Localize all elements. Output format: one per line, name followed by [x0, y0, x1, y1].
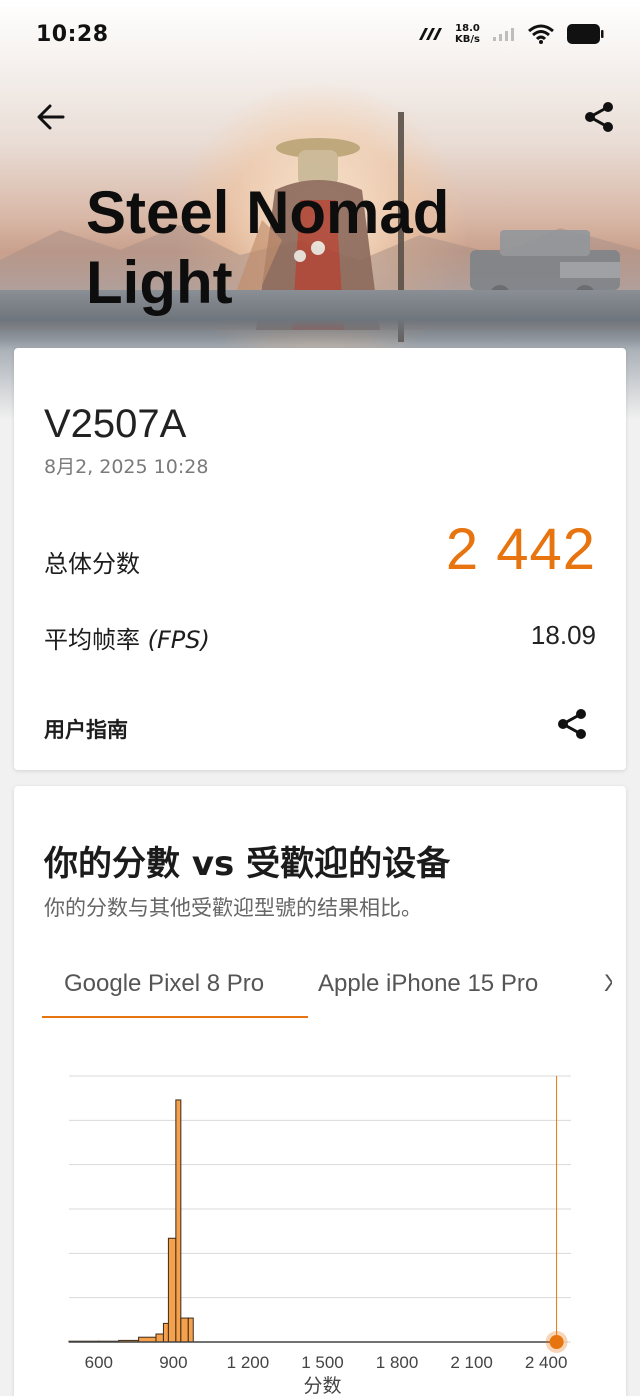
net-speed-unit: KB/s: [455, 34, 480, 45]
page-title: Steel Nomad Light: [86, 178, 506, 318]
share-icon: [585, 102, 613, 132]
back-button[interactable]: [30, 96, 72, 138]
signal-icon: [493, 28, 514, 41]
chart-bar: [167, 1237, 177, 1343]
chart-x-tick-label: 1 800: [376, 1353, 419, 1372]
arrow-left-icon: [37, 104, 65, 130]
guide-share-button[interactable]: [552, 704, 592, 744]
chart-bar: [155, 1333, 164, 1343]
chart-bar: [175, 1099, 182, 1343]
net-speed-value: 18.0: [455, 23, 480, 34]
chart-x-tick-label: 2 400: [525, 1353, 568, 1372]
status-bar: 10:28 18.0 KB/s: [0, 0, 640, 68]
fps-label-text: 平均帧率: [44, 626, 140, 654]
tab-next-device[interactable]: X: [582, 962, 612, 1006]
chart-bar: [187, 1317, 194, 1343]
chart-bar: [180, 1317, 189, 1343]
result-card: V2507A 8月2, 2025 10:28 总体分数 2 442 平均帧率 (…: [14, 348, 626, 770]
comparison-card: 你的分數 vs 受歡迎的设备 你的分数与其他受歡迎型號的结果相比。 Google…: [14, 786, 626, 1396]
fps-unit: (FPS): [147, 626, 210, 654]
status-time: 10:28: [36, 21, 109, 47]
share-icon: [558, 709, 586, 739]
page-title-line-1: Steel Nomad: [86, 179, 450, 246]
comparison-subtitle: 你的分数与其他受歡迎型號的结果相比。: [44, 896, 422, 920]
user-guide-link[interactable]: 用户指南: [44, 714, 128, 744]
chart-svg: 600 900 1 200 1 500 1 800 2 100 2 400 分数: [68, 1075, 571, 1396]
wifi-icon: [528, 24, 554, 44]
chart-x-tick-label: 1 500: [301, 1353, 344, 1372]
device-name: V2507A: [44, 402, 187, 446]
tab-google-pixel-8-pro[interactable]: Google Pixel 8 Pro: [42, 962, 309, 1018]
status-icons: 18.0 KB/s: [417, 23, 604, 45]
fps-label: 平均帧率 (FPS): [44, 620, 210, 655]
device-tabs: Google Pixel 8 Pro Apple iPhone 15 Pro X: [42, 962, 612, 1018]
chart-x-axis-label: 分数: [303, 1375, 341, 1396]
your-score-marker: [549, 1335, 564, 1349]
chart-x-tick-label: 1 200: [227, 1353, 270, 1372]
result-date: 8月2, 2025 10:28: [44, 456, 209, 478]
page-title-line-2: Light: [86, 249, 233, 316]
network-activity-icon: [419, 28, 443, 40]
score-label: 总体分数: [44, 550, 140, 578]
fps-value: 18.09: [530, 620, 596, 650]
chart-x-tick-label: 900: [159, 1353, 187, 1372]
comparison-title: 你的分數 vs 受歡迎的设备: [44, 844, 451, 884]
score-distribution-chart: 600 900 1 200 1 500 1 800 2 100 2 400 分数: [14, 1056, 626, 1396]
chart-x-tick-label: 2 100: [450, 1353, 493, 1372]
score-value: 2 442: [445, 517, 596, 582]
share-button[interactable]: [578, 96, 620, 138]
tab-apple-iphone-15-pro[interactable]: Apple iPhone 15 Pro: [296, 962, 560, 1006]
chart-x-tick-label: 600: [85, 1353, 113, 1372]
battery-icon: [567, 24, 604, 44]
chart-bar: [162, 1322, 169, 1343]
net-speed: 18.0 KB/s: [455, 23, 480, 45]
